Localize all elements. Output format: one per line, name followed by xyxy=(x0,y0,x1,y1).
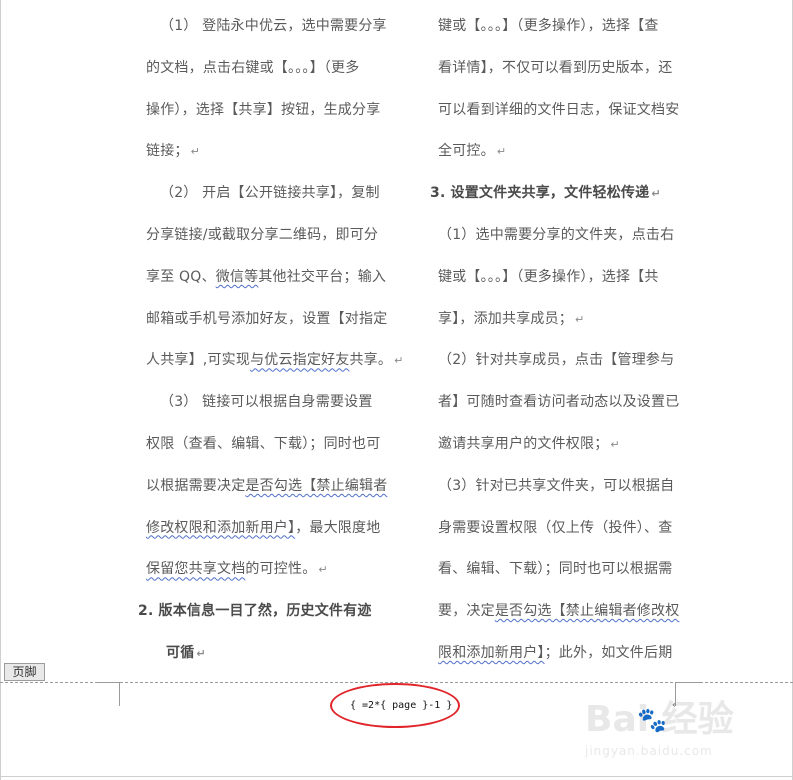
text-run: 看、编辑、下载）；同时也可以根据需 xyxy=(438,561,673,578)
right-line: 享】，添加共享成员； ↵ xyxy=(438,310,584,328)
right-line: 身需要设置权限（仅上传（投件）、查 xyxy=(438,519,672,537)
right-line: 者】可随时查看访问者动态以及设置已 xyxy=(438,393,679,411)
left-line: 享至 QQ、微信等其他社交平台；输入 xyxy=(146,268,386,286)
text-run: 可循 xyxy=(166,645,195,661)
left-line: 邮箱或手机号添加好友，设置【对指定 xyxy=(146,310,387,328)
right-line: 邀请共享用户的文件权限； ↵ xyxy=(438,435,620,453)
right-line: 要，决定是否勾选【禁止编辑者修改权 xyxy=(438,602,679,620)
text-run: 享至 QQ、微信等其他社交平台；输入 xyxy=(146,268,387,285)
text-run: 看详情】，不仅可以看到历史版本，还 xyxy=(438,59,673,76)
left-line: 可循 ↵ xyxy=(166,644,206,662)
baidu-jingyan-watermark: Bai 经验 🐾 jingyan.baidu.com xyxy=(585,700,785,766)
page-border-left xyxy=(0,0,1,780)
left-line: 分享链接/或截取分享二维码，即可分 xyxy=(146,226,378,244)
right-line: 看详情】，不仅可以看到历史版本，还 xyxy=(438,59,672,77)
text-run: 身需要设置权限（仅上传（投件）、查 xyxy=(438,519,673,536)
text-run: 2. 版本信息一目了然，历史文件有迹 xyxy=(138,603,372,620)
right-line: 限和添加新用户】；此外，如文件后期 xyxy=(438,644,672,662)
text-run: （3） 链接可以根据自身需要设置 xyxy=(160,394,373,411)
text-run: 邀请共享用户的文件权限； xyxy=(438,436,609,452)
left-line: 操作），选择【共享】按钮，生成分享 xyxy=(146,101,380,119)
left-line: 2. 版本信息一目了然，历史文件有迹 xyxy=(138,602,372,620)
paragraph-mark: ↵ xyxy=(190,145,201,159)
text-run: 要，决定是否勾选【禁止编辑者修改权 xyxy=(438,603,680,620)
paragraph-mark: ↵ xyxy=(318,563,328,577)
right-line: 可以看到详细的文件日志，保证文档安 xyxy=(438,101,679,119)
left-line: （1） 登陆永中优云，选中需要分享 xyxy=(160,17,387,35)
text-run: 以根据需要决定是否勾选【禁止编辑者 xyxy=(146,477,388,494)
left-line: （2） 开启【公开链接共享】，复制 xyxy=(160,184,380,202)
text-run: 可以看到详细的文件日志，保证文档安 xyxy=(438,101,680,118)
right-line: （1）选中需要分享的文件夹，点击右 xyxy=(438,226,674,244)
text-run: 人共享】,可实现与优云指定好友共享。 xyxy=(146,352,393,369)
text-run: （1） 登陆永中优云，选中需要分享 xyxy=(160,18,387,34)
text-run: 权限（查看、编辑、下载）；同时也可 xyxy=(146,436,381,452)
left-line: （3） 链接可以根据自身需要设置 xyxy=(160,393,373,411)
right-line: （3）针对已共享文件夹，可以根据自 xyxy=(438,477,674,495)
text-run: （2）针对共享成员，点击【管理参与 xyxy=(438,352,675,369)
text-run: 者】可随时查看访问者动态以及设置已 xyxy=(438,394,680,411)
left-line: 的文档，点击右键或【。。。】（更多 xyxy=(146,59,359,77)
text-run: 全可控。 xyxy=(438,143,495,160)
text-run: 邮箱或手机号添加好友，设置【对指定 xyxy=(146,310,388,327)
footer-corner-mark-left xyxy=(96,682,120,706)
left-line: 修改权限和添加新用户】，最大限度地 xyxy=(146,519,380,537)
text-run: 3. 设置文件夹共享，文件轻松传递 xyxy=(430,185,650,202)
paragraph-mark: ↵ xyxy=(651,187,661,201)
paw-icon: 🐾 xyxy=(637,706,667,734)
right-line: 键或【。。。】（更多操作），选择【查 xyxy=(438,17,659,35)
page-border-bottom xyxy=(0,776,793,777)
left-line: 以根据需要决定是否勾选【禁止编辑者 xyxy=(146,477,387,495)
right-line: 全可控。 ↵ xyxy=(438,142,506,160)
text-run: 修改权限和添加新用户】，最大限度地 xyxy=(146,519,381,536)
text-run: 链接； xyxy=(146,143,189,160)
right-line: 键或【。。。】（更多操作），选择【共 xyxy=(438,268,659,286)
text-run: 限和添加新用户】；此外，如文件后期 xyxy=(438,645,673,661)
watermark-url: jingyan.baidu.com xyxy=(585,744,713,758)
footer-tag[interactable]: 页脚 xyxy=(4,663,45,681)
paragraph-mark: ↵ xyxy=(196,647,206,660)
paragraph-mark: ↵ xyxy=(394,354,404,368)
text-run: 键或【。。。】（更多操作），选择【查 xyxy=(438,18,659,34)
text-run: 的文档，点击右键或【。。。】（更多 xyxy=(146,59,360,76)
left-line: 保留您共享文档的可控性。 ↵ xyxy=(146,560,328,578)
text-run: 操作），选择【共享】按钮，生成分享 xyxy=(146,101,381,118)
paragraph-mark: ↵ xyxy=(575,312,585,326)
text-run: 享】，添加共享成员； xyxy=(438,310,573,327)
text-run: 保留您共享文档的可控性。 xyxy=(146,561,317,578)
left-line: 权限（查看、编辑、下载）；同时也可 xyxy=(146,435,380,453)
text-run: （2） 开启【公开链接共享】，复制 xyxy=(160,185,380,202)
page-field-code[interactable]: { =2*{ page }-1 } xyxy=(350,699,452,713)
right-line: （2）针对共享成员，点击【管理参与 xyxy=(438,351,674,369)
text-run: 分享链接/或截取分享二维码，即可分 xyxy=(146,227,379,243)
right-line: 3. 设置文件夹共享，文件轻松传递 ↵ xyxy=(430,184,661,202)
text-run: （3）针对已共享文件夹，可以根据自 xyxy=(438,477,675,494)
right-line: 看、编辑、下载）；同时也可以根据需 xyxy=(438,560,672,578)
text-run: 键或【。。。】（更多操作），选择【共 xyxy=(438,268,659,285)
text-run: （1）选中需要分享的文件夹，点击右 xyxy=(438,227,675,243)
paragraph-mark: ↵ xyxy=(496,145,507,159)
paragraph-mark: ↵ xyxy=(610,438,620,451)
left-line: 人共享】,可实现与优云指定好友共享。 ↵ xyxy=(146,351,404,369)
left-line: 链接； ↵ xyxy=(146,142,200,160)
